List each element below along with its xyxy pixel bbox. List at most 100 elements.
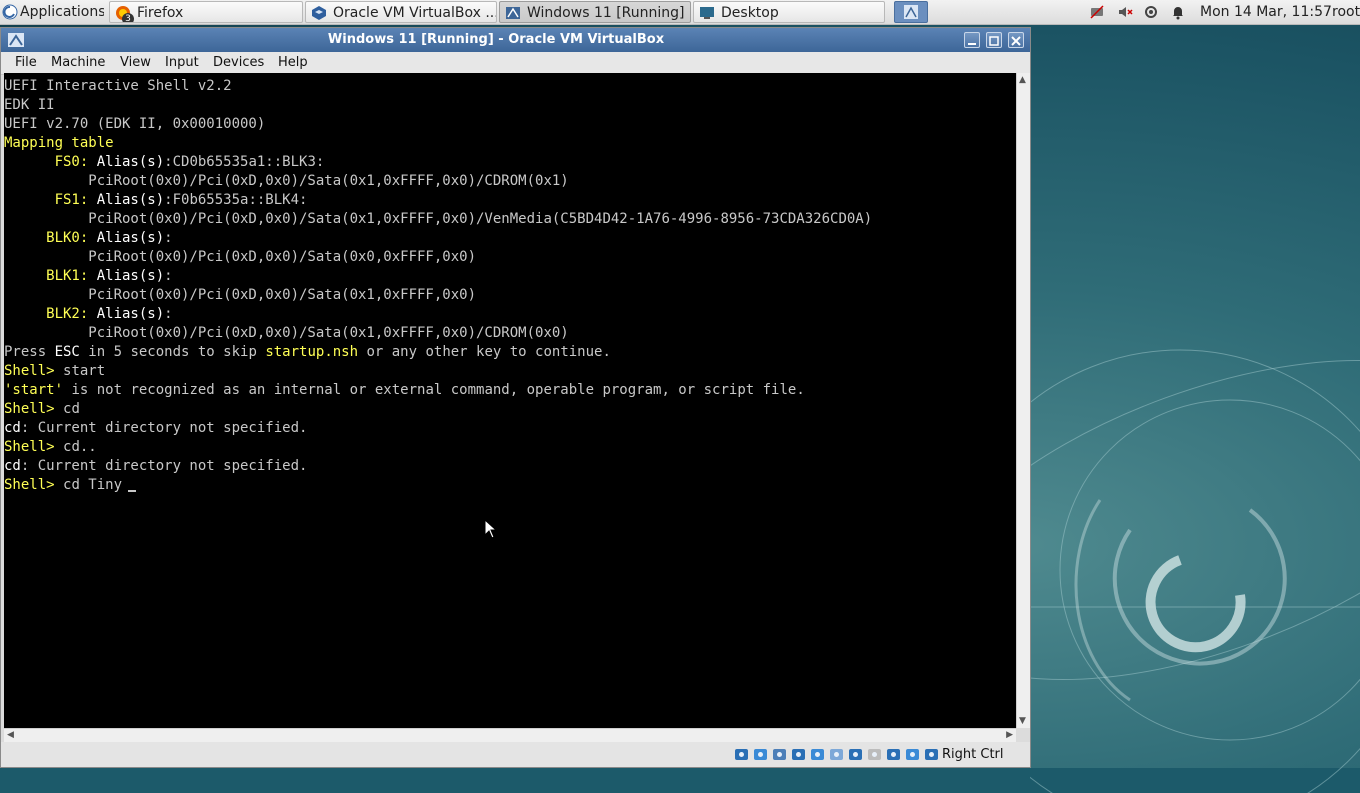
console-text: : <box>164 230 173 246</box>
console-text: PciRoot(0x0)/Pci(0xD,0x0)/Sata(0x1,0xFFF… <box>4 211 873 227</box>
console-text: startup.nsh <box>265 344 359 360</box>
display-icon[interactable] <box>848 747 863 762</box>
console-line: PciRoot(0x0)/Pci(0xD,0x0)/Sata(0x1,0xFFF… <box>4 172 569 191</box>
console-text: Shell> <box>4 401 64 417</box>
console-line: BLK2: Alias(s): <box>4 305 172 324</box>
console-text: or any other key to continue. <box>358 344 611 360</box>
console-line: PciRoot(0x0)/Pci(0xD,0x0)/Sata(0x1,0xFFF… <box>4 210 872 229</box>
taskbar-item-firefox[interactable]: 3 Firefox <box>109 1 303 23</box>
console-text: PciRoot(0x0)/Pci(0xD,0x0)/Sata(0x1,0xFFF… <box>4 287 477 303</box>
menu-help[interactable]: Help <box>278 52 308 74</box>
close-button[interactable] <box>1008 32 1024 48</box>
console-text: cd <box>4 458 21 474</box>
workspace-switcher[interactable] <box>894 1 928 23</box>
keyboard-capture-icon[interactable] <box>924 747 939 762</box>
debian-logo-icon <box>2 4 18 20</box>
shared-folder-icon[interactable] <box>829 747 844 762</box>
console-line: 'start' is not recognized as an internal… <box>4 381 805 400</box>
console-text: 'start' <box>4 382 64 398</box>
vertical-scrollbar[interactable]: ▲ ▼ <box>1016 73 1030 728</box>
taskbar-item-vm-window[interactable]: Windows 11 [Running] ... <box>499 1 691 23</box>
scroll-down-arrow-icon[interactable]: ▼ <box>1019 716 1026 726</box>
audio-icon[interactable] <box>772 747 787 762</box>
console-text: Alias(s) <box>96 192 165 208</box>
notification-bell-icon[interactable] <box>1170 4 1186 20</box>
console-line: Mapping table <box>4 134 114 153</box>
host-key-label[interactable]: Right Ctrl <box>942 742 1004 767</box>
console-line: cd: Current directory not specified. <box>4 419 307 438</box>
console-line: Press ESC in 5 seconds to skip startup.n… <box>4 343 611 362</box>
taskbar-label: Firefox <box>137 5 184 21</box>
console-text: Mapping table <box>4 135 114 151</box>
network-tray-icon[interactable] <box>1089 4 1105 20</box>
console-text: : Current directory not specified. <box>20 420 308 436</box>
menu-machine[interactable]: Machine <box>51 52 105 74</box>
optical-drive-icon[interactable] <box>753 747 768 762</box>
console-line: PciRoot(0x0)/Pci(0xD,0x0)/Sata(0x0,0xFFF… <box>4 248 476 267</box>
console-text: Alias(s) <box>96 154 165 170</box>
console-text: :F0b65535a::BLK4: <box>164 192 308 208</box>
console-text: PciRoot(0x0)/Pci(0xD,0x0)/Sata(0x1,0xFFF… <box>4 173 569 189</box>
console-line: Shell> cd Tiny <box>4 476 137 495</box>
console-text: FS1: <box>4 192 97 208</box>
taskbar-label: Windows 11 [Running] ... <box>527 5 691 21</box>
console-line: BLK1: Alias(s): <box>4 267 173 286</box>
panel-user-name[interactable]: root <box>1332 0 1360 24</box>
vm-console-display[interactable]: UEFI Interactive Shell v2.2 EDK II UEFI v2… <box>4 73 1016 728</box>
console-line: FS0: Alias(s):CD0b65535a1::BLK3: <box>4 153 325 172</box>
console-text: : <box>164 268 173 284</box>
cpu-icon[interactable] <box>886 747 901 762</box>
hard-disk-icon[interactable] <box>734 747 749 762</box>
workspace-icon <box>904 5 918 19</box>
console-text: start <box>63 363 106 379</box>
console-line: UEFI v2.70 (EDK II, 0x00010000) <box>4 115 265 134</box>
console-text: cd Tiny <box>63 477 123 493</box>
console-line: PciRoot(0x0)/Pci(0xD,0x0)/Sata(0x1,0xFFF… <box>4 286 476 305</box>
scroll-left-arrow-icon[interactable]: ◀ <box>7 730 14 740</box>
desktop-icon <box>700 7 714 19</box>
applications-label: Applications <box>20 4 104 20</box>
minimize-icon <box>968 43 976 45</box>
menu-view[interactable]: View <box>120 52 151 74</box>
top-panel: Applications 3 Firefox Oracle VM Virtual… <box>0 0 1360 25</box>
firefox-window-count-badge: 3 <box>122 13 134 22</box>
console-text: Shell> <box>4 477 64 493</box>
console-text: cd <box>4 420 21 436</box>
applications-menu-button[interactable]: Applications <box>0 1 104 23</box>
taskbar-label: Desktop <box>721 5 779 21</box>
console-line: BLK0: Alias(s): <box>4 229 173 248</box>
minimize-button[interactable] <box>964 32 980 48</box>
network-icon[interactable] <box>791 747 806 762</box>
volume-muted-tray-icon[interactable] <box>1117 4 1133 20</box>
usb-icon[interactable] <box>810 747 825 762</box>
console-text: PciRoot(0x0)/Pci(0xD,0x0)/Sata(0x0,0xFFF… <box>4 249 477 265</box>
close-icon <box>1011 36 1021 46</box>
console-line: Shell> cd <box>4 400 80 419</box>
console-text: Shell> <box>4 439 64 455</box>
panel-clock[interactable]: Mon 14 Mar, 11:57 <box>1200 0 1332 24</box>
console-text: Alias(s) <box>96 306 165 322</box>
scroll-up-arrow-icon[interactable]: ▲ <box>1019 75 1026 85</box>
console-text: FS0: <box>4 154 97 170</box>
taskbar-item-desktop[interactable]: Desktop <box>693 1 885 23</box>
console-text: BLK2: <box>4 306 97 322</box>
console-text: : Current directory not specified. <box>20 458 308 474</box>
recording-icon[interactable] <box>867 747 882 762</box>
console-line: Shell> start <box>4 362 105 381</box>
mouse-integration-icon[interactable] <box>905 747 920 762</box>
virtualbox-icon <box>312 6 326 20</box>
console-text: BLK0: <box>4 230 97 246</box>
console-line: EDK II <box>4 96 55 115</box>
console-text: Alias(s) <box>96 230 165 246</box>
update-notifier-tray-icon[interactable] <box>1143 4 1159 20</box>
menu-file[interactable]: File <box>15 52 37 74</box>
maximize-button[interactable] <box>986 32 1002 48</box>
horizontal-scrollbar[interactable]: ◀ ▶ <box>4 728 1016 743</box>
scroll-right-arrow-icon[interactable]: ▶ <box>1006 730 1013 740</box>
text-cursor <box>128 490 137 492</box>
console-line: FS1: Alias(s):F0b65535a::BLK4: <box>4 191 308 210</box>
window-titlebar[interactable]: Windows 11 [Running] - Oracle VM Virtual… <box>1 28 1030 52</box>
taskbar-item-virtualbox-manager[interactable]: Oracle VM VirtualBox ... <box>305 1 497 23</box>
menu-devices[interactable]: Devices <box>213 52 264 74</box>
menu-input[interactable]: Input <box>165 52 199 74</box>
